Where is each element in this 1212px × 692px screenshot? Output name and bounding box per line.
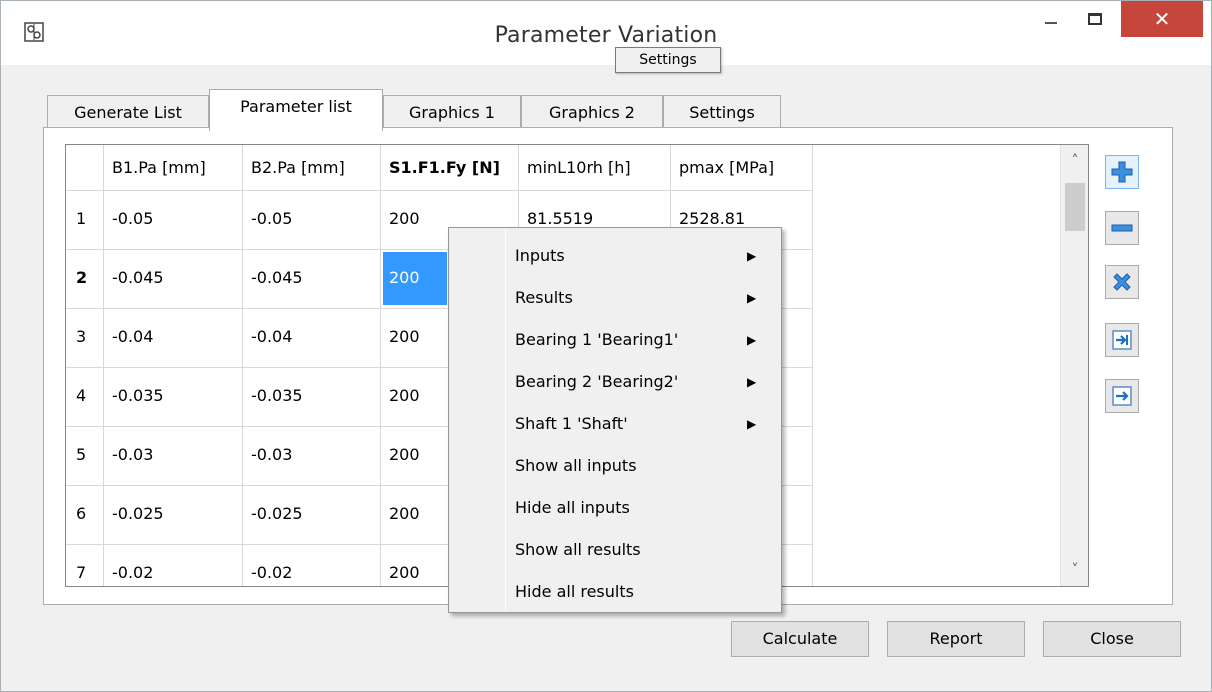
column-header[interactable]: B2.Pa [mm]: [243, 145, 381, 191]
minus-icon: [1111, 224, 1133, 232]
selected-cell-value: 200: [383, 252, 447, 305]
delete-all-button[interactable]: [1105, 265, 1139, 299]
menu-item-label: Bearing 2 'Bearing2': [515, 372, 679, 391]
table-cell[interactable]: -0.035: [104, 368, 243, 427]
table-cell[interactable]: -0.04: [243, 309, 381, 368]
minimize-button[interactable]: [1029, 1, 1073, 37]
scrollbar-thumb[interactable]: [1065, 183, 1085, 231]
menu-item-results[interactable]: Results ▶: [451, 278, 779, 318]
table-cell[interactable]: -0.04: [104, 309, 243, 368]
menu-item-bearing-2[interactable]: Bearing 2 'Bearing2' ▶: [451, 362, 779, 402]
table-cell[interactable]: -0.03: [243, 427, 381, 486]
menu-item-label: Bearing 1 'Bearing1': [515, 330, 679, 349]
settings-tooltip: Settings: [615, 47, 721, 73]
parameter-variation-window: Parameter Variation ✕ Settings Generate …: [0, 0, 1212, 692]
title-bar[interactable]: Parameter Variation ✕: [1, 1, 1211, 65]
maximize-button[interactable]: [1077, 1, 1113, 37]
calculate-button[interactable]: Calculate: [731, 621, 869, 657]
tab-generate-list[interactable]: Generate List: [47, 95, 209, 131]
row-header[interactable]: 2: [66, 250, 104, 309]
row-header[interactable]: 3: [66, 309, 104, 368]
table-corner-header: [66, 145, 104, 191]
import-button[interactable]: [1105, 323, 1139, 357]
column-header[interactable]: S1.F1.Fy [N]: [381, 145, 519, 191]
menu-item-label: Shaft 1 'Shaft': [515, 414, 628, 433]
menu-item-show-all-inputs[interactable]: Show all inputs: [451, 446, 779, 486]
close-window-button[interactable]: ✕: [1121, 1, 1203, 37]
table-cell[interactable]: -0.025: [104, 486, 243, 545]
column-context-menu: Inputs ▶ Results ▶ Bearing 1 'Bearing1' ▶ B…: [448, 227, 782, 613]
column-header[interactable]: pmax [MPa]: [671, 145, 813, 191]
import-icon: [1112, 330, 1132, 350]
tab-graphics-2[interactable]: Graphics 2: [521, 95, 663, 131]
submenu-arrow-icon: ▶: [747, 375, 757, 389]
table-cell[interactable]: -0.03: [104, 427, 243, 486]
tab-graphics-1[interactable]: Graphics 1: [383, 95, 521, 131]
column-header[interactable]: B1.Pa [mm]: [104, 145, 243, 191]
report-button[interactable]: Report: [887, 621, 1025, 657]
row-header[interactable]: 6: [66, 486, 104, 545]
submenu-arrow-icon: ▶: [747, 291, 757, 305]
tab-parameter-list[interactable]: Parameter list: [209, 89, 383, 131]
table-cell[interactable]: -0.05: [104, 191, 243, 250]
scroll-up-icon[interactable]: ˄: [1061, 147, 1089, 175]
row-header[interactable]: 7: [66, 545, 104, 586]
menu-item-inputs[interactable]: Inputs ▶: [451, 236, 779, 276]
menu-item-shaft-1[interactable]: Shaft 1 'Shaft' ▶: [451, 404, 779, 444]
table-cell[interactable]: -0.045: [104, 250, 243, 309]
tab-settings[interactable]: Settings: [663, 95, 781, 131]
menu-item-hide-all-results[interactable]: Hide all results: [451, 572, 779, 612]
row-header[interactable]: 4: [66, 368, 104, 427]
scroll-down-icon[interactable]: ˅: [1061, 556, 1089, 584]
table-cell[interactable]: -0.02: [243, 545, 381, 586]
maximize-icon: [1088, 13, 1102, 25]
row-header[interactable]: 5: [66, 427, 104, 486]
row-header[interactable]: 1: [66, 191, 104, 250]
table-cell[interactable]: -0.025: [243, 486, 381, 545]
table-cell[interactable]: -0.035: [243, 368, 381, 427]
delete-icon: [1113, 273, 1131, 291]
submenu-arrow-icon: ▶: [747, 249, 757, 263]
submenu-arrow-icon: ▶: [747, 417, 757, 431]
close-icon: ✕: [1153, 7, 1171, 31]
column-header[interactable]: minL10rh [h]: [519, 145, 671, 191]
table-cell[interactable]: -0.05: [243, 191, 381, 250]
menu-item-label: Inputs: [515, 246, 565, 265]
table-cell[interactable]: -0.045: [243, 250, 381, 309]
menu-item-bearing-1[interactable]: Bearing 1 'Bearing1' ▶: [451, 320, 779, 360]
table-vertical-scrollbar[interactable]: ˄ ˅: [1060, 145, 1088, 586]
minimize-icon: [1045, 22, 1057, 24]
menu-item-label: Results: [515, 288, 573, 307]
menu-item-show-all-results[interactable]: Show all results: [451, 530, 779, 570]
submenu-arrow-icon: ▶: [747, 333, 757, 347]
plus-icon: [1111, 161, 1133, 183]
export-button[interactable]: [1105, 379, 1139, 413]
menu-item-hide-all-inputs[interactable]: Hide all inputs: [451, 488, 779, 528]
close-button[interactable]: Close: [1043, 621, 1181, 657]
add-row-button[interactable]: [1105, 155, 1139, 189]
remove-row-button[interactable]: [1105, 211, 1139, 245]
table-cell[interactable]: -0.02: [104, 545, 243, 586]
export-icon: [1112, 386, 1132, 406]
